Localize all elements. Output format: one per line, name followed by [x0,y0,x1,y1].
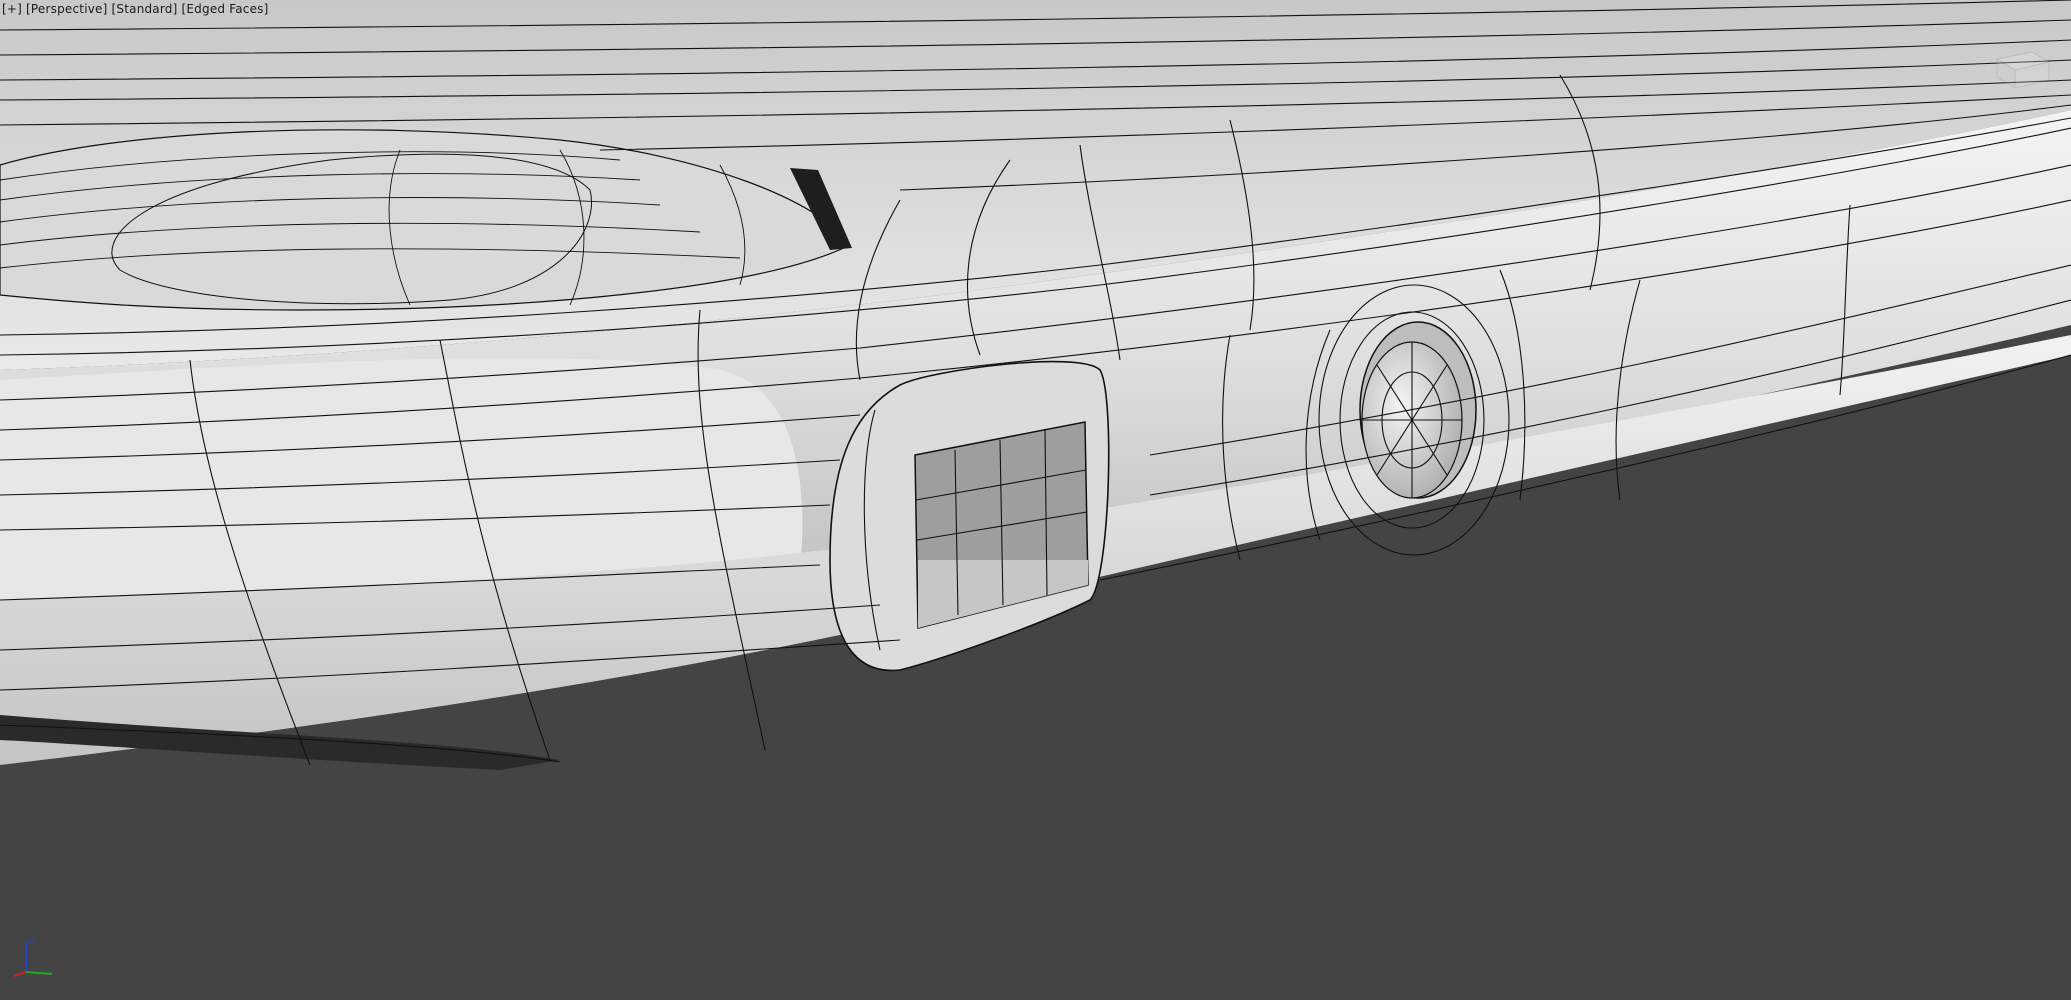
phone-mesh-render[interactable] [0,0,2071,1000]
viewport-plus-menu[interactable]: [+] [2,2,22,16]
viewcube-icon[interactable] [1987,44,2057,94]
axis-tripod-icon: z [13,936,53,977]
viewport-label-menu[interactable]: [+] [Perspective] [Standard] [Edged Face… [2,2,269,16]
viewport-edged-faces-menu[interactable]: [Edged Faces] [182,2,269,16]
viewport-view-menu[interactable]: [Perspective] [26,2,107,16]
3d-viewport[interactable]: [+] [Perspective] [Standard] [Edged Face… [0,0,2071,1000]
viewport-shading-menu[interactable]: [Standard] [112,2,178,16]
axis-z-label: z [29,936,34,947]
